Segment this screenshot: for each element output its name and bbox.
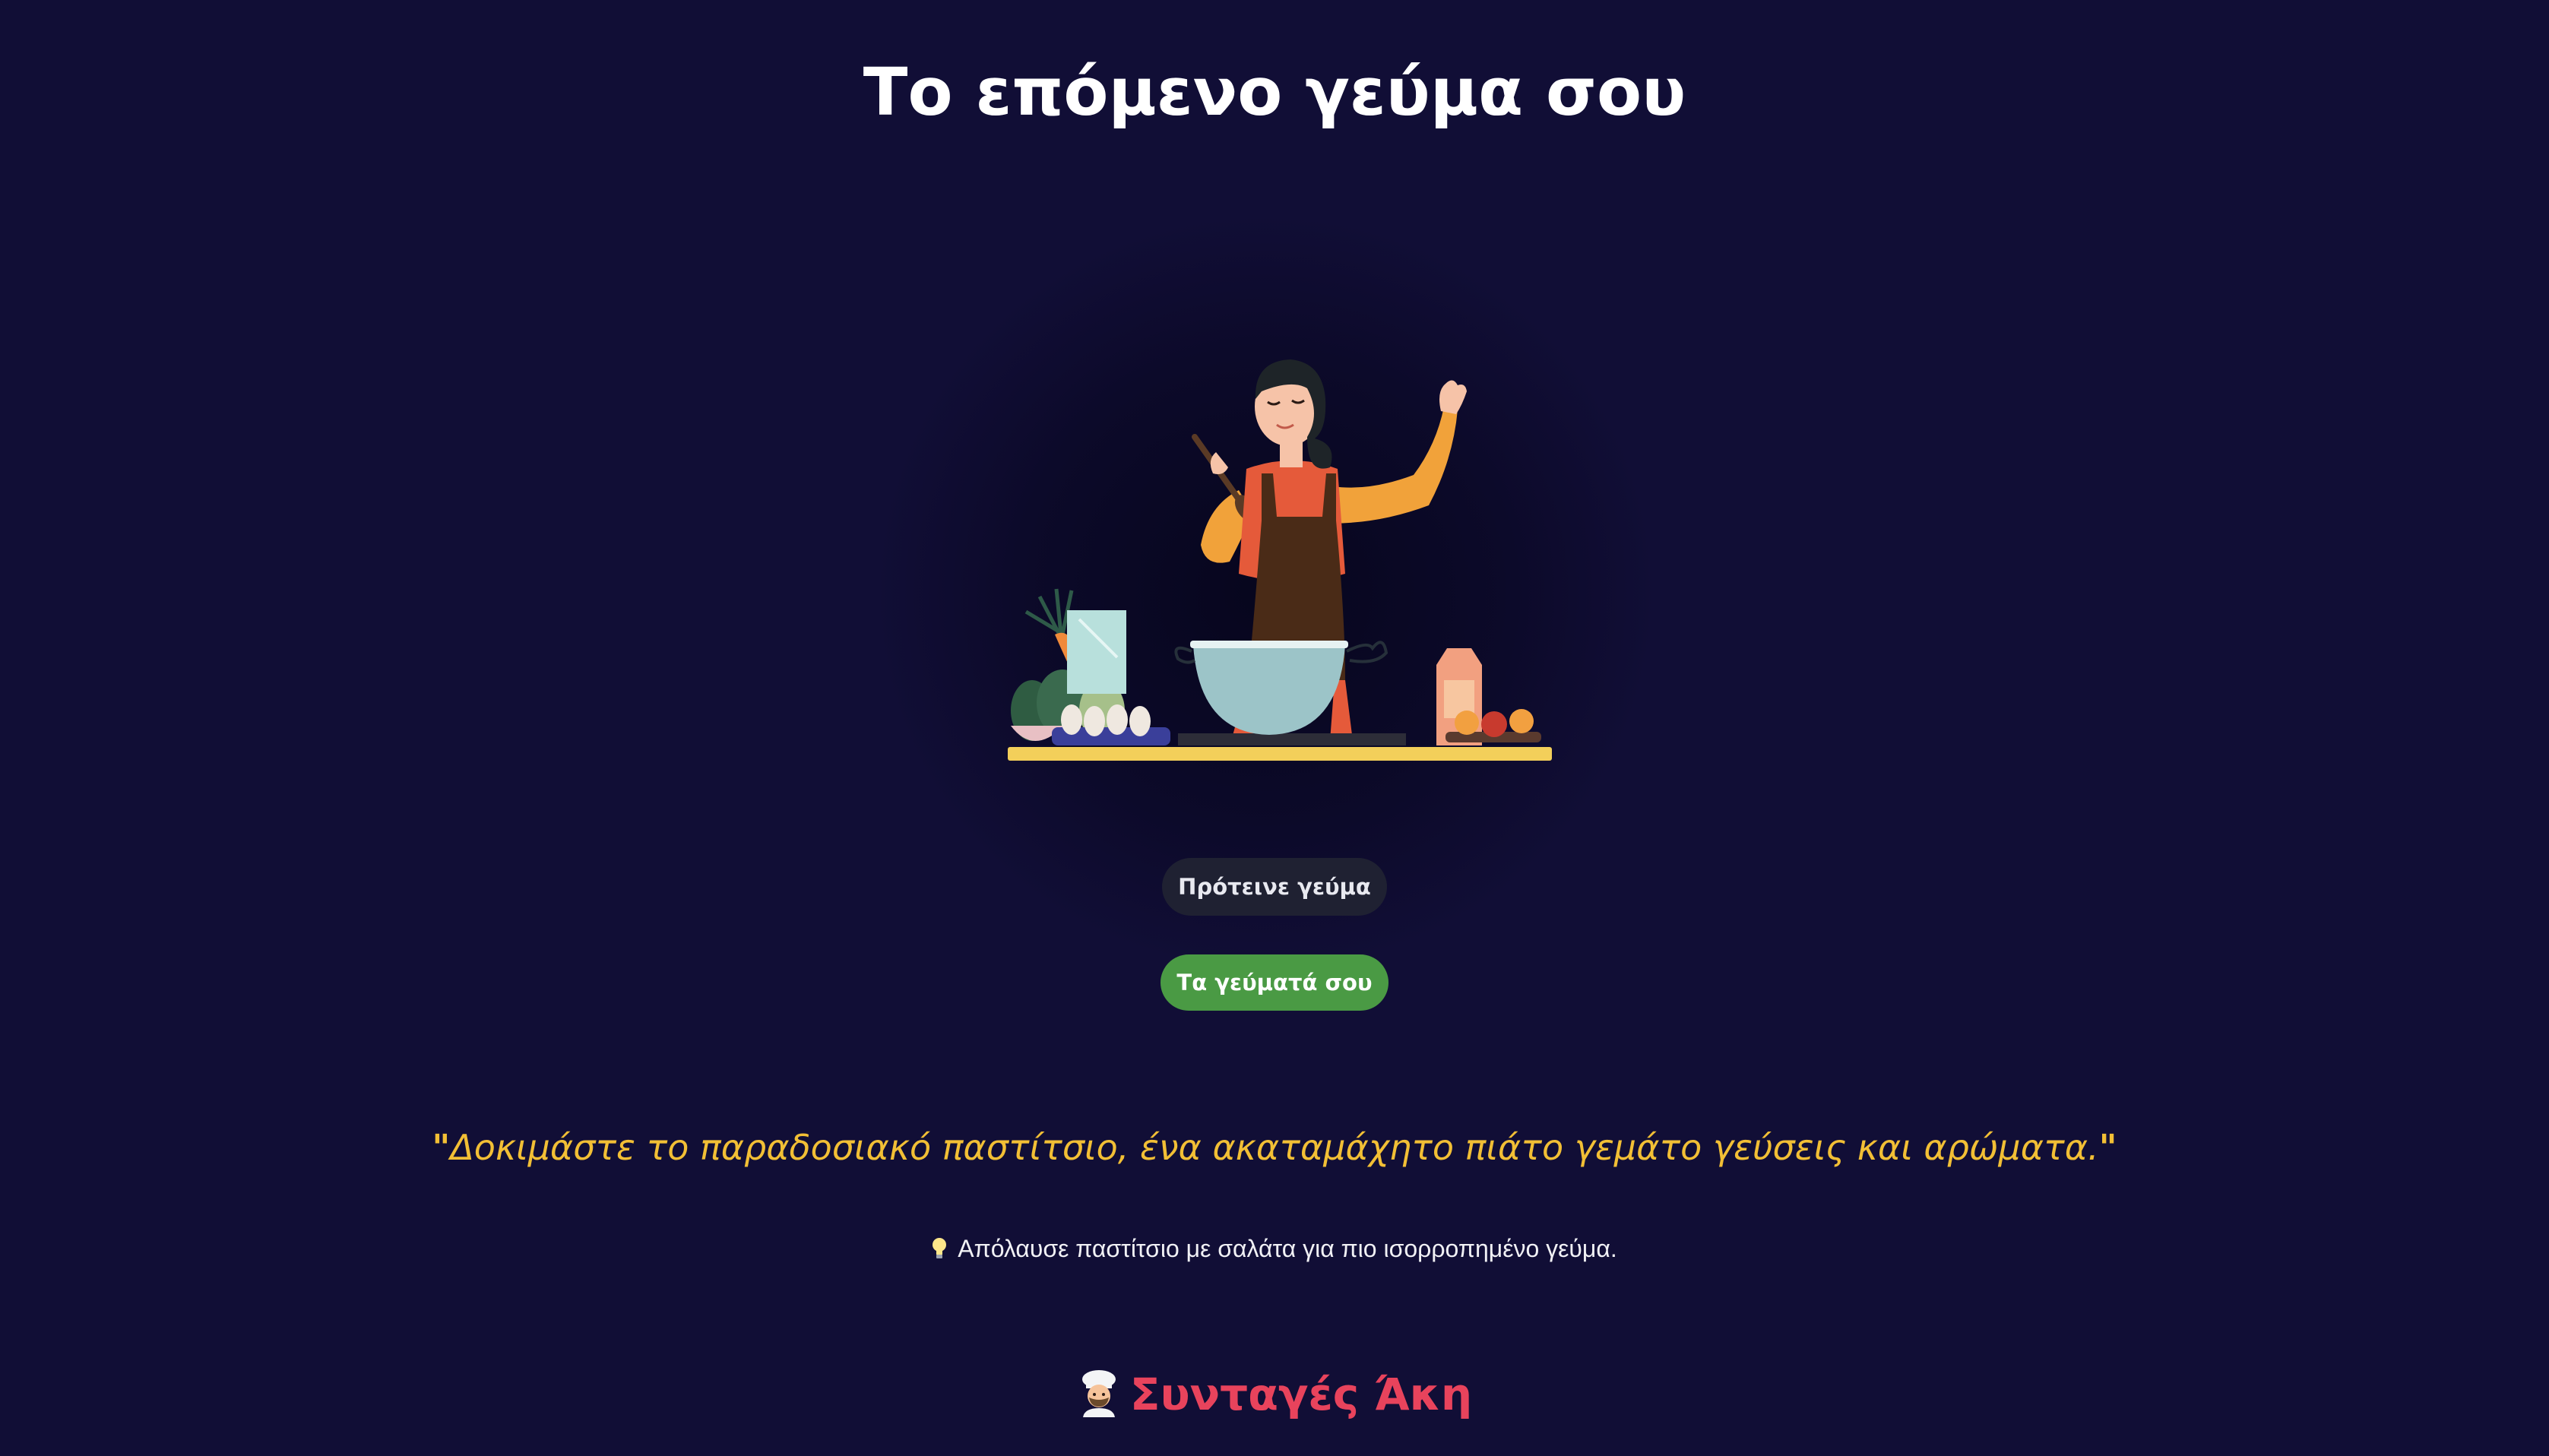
tip-text: Απόλαυσε παστίτσιο με σαλάτα για πιο ισο… [958, 1235, 1617, 1262]
brand-footer: Συνταγές Άκη [0, 1360, 2549, 1429]
meal-tip: Απόλαυσε παστίτσιο με σαλάτα για πιο ισο… [0, 1230, 2549, 1268]
quote-open-mark: " [432, 1127, 451, 1168]
brand-name: Συνταγές Άκη [1129, 1369, 1473, 1420]
woman-cooking-illustration [1008, 359, 1552, 761]
meal-suggestion-quote: "Δοκιμάστε το παραδοσιακό παστίτσιο, ένα… [0, 1117, 2549, 1178]
quote-close-mark: " [2098, 1127, 2117, 1168]
quote-text: Δοκιμάστε το παραδοσιακό παστίτσιο, ένα … [450, 1127, 2099, 1168]
page-title: Το επόμενο γεύμα σου [863, 55, 1686, 131]
suggest-meal-button[interactable]: Πρότεινε γεύμα [1162, 858, 1387, 916]
lightbulb-icon [933, 1238, 947, 1258]
my-meals-button[interactable]: Τα γεύματά σου [1161, 954, 1388, 1011]
chef-icon [1081, 1370, 1116, 1417]
